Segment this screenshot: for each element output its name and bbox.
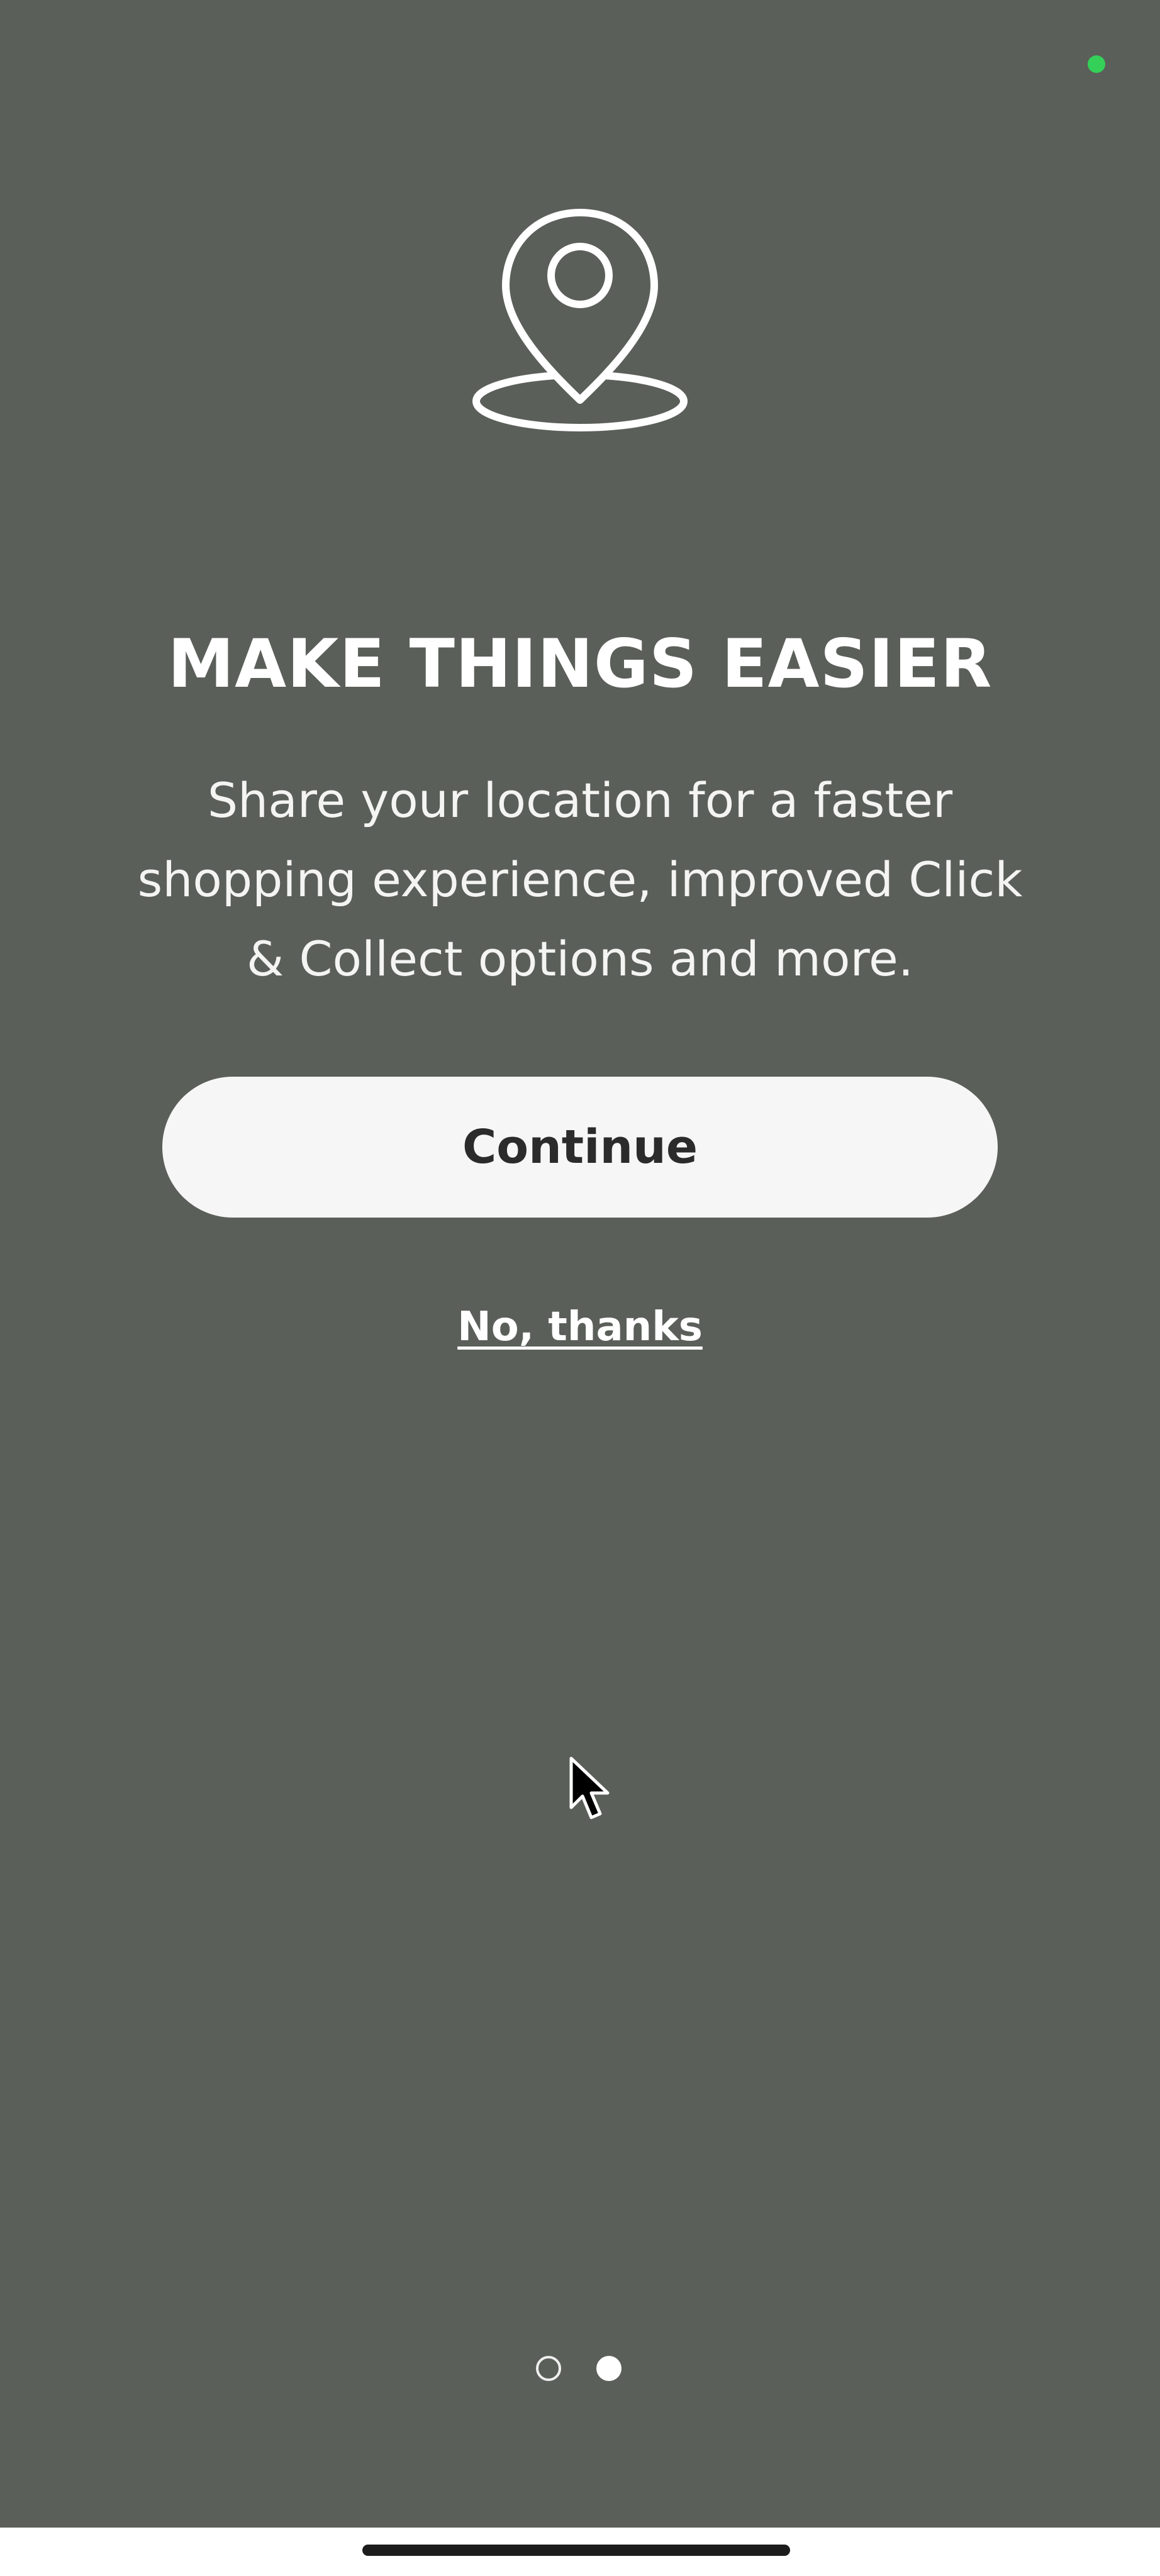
continue-button[interactable]: Continue xyxy=(162,1077,998,1218)
no-thanks-link[interactable]: No, thanks xyxy=(0,1296,1160,1358)
page-title: MAKE THINGS EASIER xyxy=(167,625,993,702)
map-pin-icon xyxy=(467,200,693,439)
page-indicator xyxy=(536,2356,624,2384)
page-dot-2-active[interactable] xyxy=(596,2356,622,2381)
location-description: Share your location for a faster shoppin… xyxy=(137,772,1023,987)
page-dot-1[interactable] xyxy=(536,2356,561,2381)
status-indicator-dot xyxy=(1088,55,1105,73)
location-permission-screen: MAKE THINGS EASIER Share your location f… xyxy=(0,0,1160,2528)
mouse-pointer-icon xyxy=(566,1755,616,1824)
home-indicator[interactable] xyxy=(362,2545,790,2556)
